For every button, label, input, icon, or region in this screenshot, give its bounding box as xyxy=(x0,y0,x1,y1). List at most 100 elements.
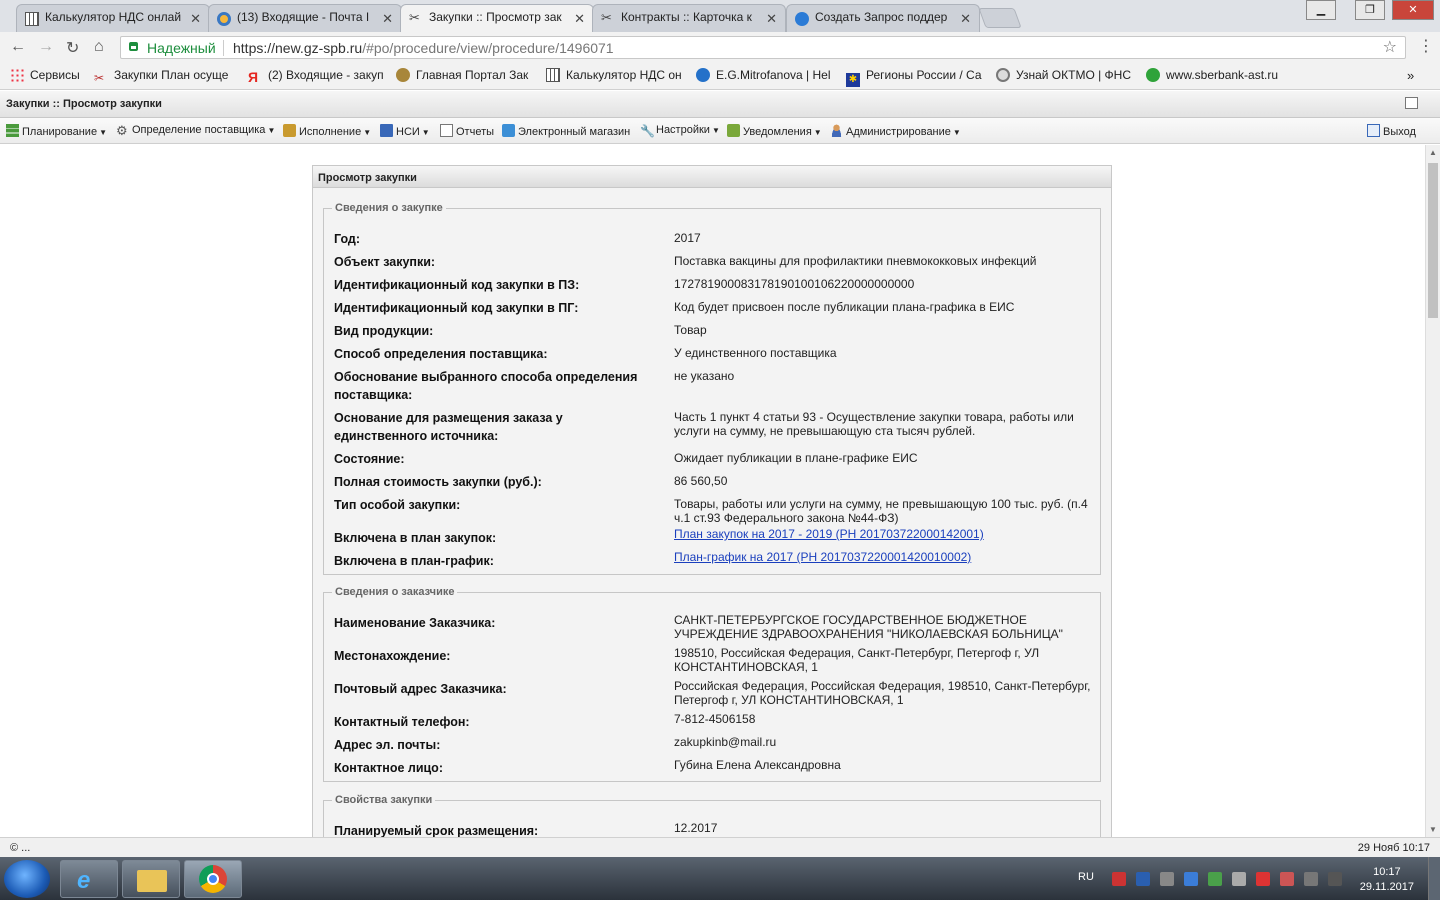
bookmarks-overflow-button[interactable]: » xyxy=(1407,68,1414,83)
bookmark-item[interactable]: Я (2) Входящие - закуп xyxy=(248,68,384,85)
reload-icon[interactable]: ↻ xyxy=(66,38,79,58)
tray-antivirus-icon[interactable] xyxy=(1112,872,1126,886)
tray-keyboard-icon[interactable] xyxy=(1232,872,1246,886)
tray-printer-icon[interactable] xyxy=(1160,872,1174,886)
execution-icon xyxy=(283,124,296,137)
page-title: Закупки :: Просмотр закупки xyxy=(6,98,162,110)
scroll-up-icon[interactable]: ▲ xyxy=(1429,148,1437,157)
menu-administration[interactable]: Администрирование ▼ xyxy=(830,124,961,138)
status-left: © ... xyxy=(10,842,31,854)
plan-link[interactable]: План закупок на 2017 - 2019 (РН 20170372… xyxy=(674,527,984,541)
menu-settings[interactable]: 🔧Настройки ▼ xyxy=(640,124,720,138)
menu-nsi[interactable]: НСИ ▼ xyxy=(380,124,430,138)
vertical-scrollbar[interactable]: ▲ ▼ xyxy=(1425,145,1440,837)
bookmark-item[interactable]: ✱ Регионы России / Са xyxy=(846,68,982,87)
browser-tab-2[interactable]: (13) Входящие - Почта I ✕ xyxy=(208,4,402,32)
section-procurement-info: Сведения о закупке Год: 2017 Объект закуп… xyxy=(323,202,1101,575)
tray-volume-muted-icon[interactable] xyxy=(1328,872,1342,886)
browser-tab-3[interactable]: ✂ Закупки :: Просмотр зак ✕ xyxy=(400,4,594,33)
lock-icon xyxy=(129,42,138,51)
logout-icon xyxy=(1367,124,1380,137)
section-procurement-properties: Свойства закупки Планируемый срок размещ… xyxy=(323,794,1101,837)
menu-e-shop[interactable]: Электронный магазин xyxy=(502,124,630,138)
back-icon[interactable]: ← xyxy=(10,38,26,56)
close-tab-icon[interactable]: ✕ xyxy=(190,11,201,27)
start-button[interactable] xyxy=(4,860,50,898)
taskbar-clock[interactable]: 10:17 29.11.2017 xyxy=(1360,865,1414,895)
tray-tool-icon[interactable] xyxy=(1280,872,1294,886)
bookmark-item[interactable]: Сервисы xyxy=(10,68,80,82)
chevron-down-icon: ▼ xyxy=(813,128,822,137)
planning-icon xyxy=(6,124,19,137)
close-tab-icon[interactable]: ✕ xyxy=(574,11,585,27)
menu-reports[interactable]: Отчеты xyxy=(440,124,494,138)
tray-monitor-icon[interactable] xyxy=(1304,872,1318,886)
chevron-down-icon: ▼ xyxy=(99,128,107,137)
menu-execution[interactable]: Исполнение ▼ xyxy=(283,124,371,138)
mail-icon xyxy=(217,12,231,26)
menu-notifications[interactable]: Уведомления ▼ xyxy=(727,124,822,138)
schedule-link[interactable]: План-график на 2017 (РН 2017037220001420… xyxy=(674,550,971,564)
close-tab-icon[interactable]: ✕ xyxy=(382,11,393,27)
menu-supplier-determination[interactable]: ⚙ Определение поставщика ▼ xyxy=(116,124,275,137)
sberbank-icon xyxy=(1146,68,1160,82)
calculator-icon xyxy=(25,12,39,26)
url-text[interactable]: https://new.gz-spb.ru/#po/procedure/view… xyxy=(233,40,614,56)
minimize-button[interactable]: ▁ xyxy=(1306,0,1336,20)
procurement-view-panel: Просмотр закупки Сведения о закупке Год:… xyxy=(312,165,1112,837)
chevron-down-icon: ▼ xyxy=(363,128,372,137)
logout-button[interactable]: Выход xyxy=(1367,124,1416,138)
show-desktop-button[interactable] xyxy=(1428,857,1440,900)
browser-menu-icon[interactable]: ⋮ xyxy=(1418,36,1434,56)
content-area: Просмотр закупки Сведения о закупке Год:… xyxy=(0,145,1425,837)
scrollbar-thumb[interactable] xyxy=(1428,163,1438,318)
tray-network-icon[interactable] xyxy=(1136,872,1150,886)
apps-grid-icon xyxy=(10,68,24,82)
browser-tab-4[interactable]: ✂ Контракты :: Карточка к ✕ xyxy=(592,4,786,32)
chevron-down-icon: ▼ xyxy=(267,126,276,135)
browser-tab-5[interactable]: Создать Запрос поддер ✕ xyxy=(786,4,980,32)
tray-flag-icon[interactable] xyxy=(1256,872,1270,886)
taskbar-explorer-button[interactable] xyxy=(122,860,180,898)
bookmark-item[interactable]: www.sberbank-ast.ru xyxy=(1146,68,1278,82)
forward-icon[interactable]: → xyxy=(38,38,54,56)
close-window-button[interactable]: ✕ xyxy=(1392,0,1434,20)
section-legend: Свойства закупки xyxy=(335,794,433,806)
globe-icon xyxy=(696,68,710,82)
help-icon xyxy=(795,12,809,26)
gear-icon: ⚙ xyxy=(116,123,128,138)
bookmark-item[interactable]: Узнай ОКТМО | ФНС xyxy=(996,68,1131,82)
scroll-down-icon[interactable]: ▼ xyxy=(1429,825,1437,834)
bookmark-item[interactable]: Калькулятор НДС он xyxy=(546,68,682,82)
bookmark-item[interactable]: E.G.Mitrofanova | Hel xyxy=(696,68,831,82)
browser-tab-1[interactable]: Калькулятор НДС онлай ✕ xyxy=(16,4,210,32)
restore-panel-icon[interactable] xyxy=(1405,97,1418,109)
restore-button[interactable]: ❐ xyxy=(1355,0,1385,20)
fns-emblem-icon xyxy=(996,68,1010,82)
tools-icon: ✂ xyxy=(601,10,612,25)
tray-update-icon[interactable] xyxy=(1208,872,1222,886)
close-tab-icon[interactable]: ✕ xyxy=(766,11,777,27)
chevron-down-icon: ▼ xyxy=(711,126,720,135)
folder-icon xyxy=(137,870,167,892)
close-tab-icon[interactable]: ✕ xyxy=(960,11,971,27)
menu-planning[interactable]: Планирование ▼ xyxy=(6,124,107,138)
chrome-icon xyxy=(199,865,227,893)
yandex-icon: Я xyxy=(248,69,259,85)
windows-taskbar: e RU 10:17 29.11.2017 xyxy=(0,857,1440,900)
new-tab-button[interactable] xyxy=(978,8,1022,28)
bookmarks-bar: Сервисы ✂ Закупки План осуще Я (2) Входящи… xyxy=(0,62,1440,90)
address-toolbar: ← → ↻ ⌂ Надежный https://new.gz-spb.ru/#… xyxy=(0,32,1440,62)
language-indicator[interactable]: RU xyxy=(1078,871,1094,883)
book-icon xyxy=(380,124,393,137)
home-icon[interactable]: ⌂ xyxy=(94,38,104,56)
address-bar[interactable]: Надежный https://new.gz-spb.ru/#po/proce… xyxy=(120,36,1406,59)
bookmark-item[interactable]: Главная Портал Зак xyxy=(396,68,528,82)
bookmark-item[interactable]: ✂ Закупки План осуще xyxy=(94,68,228,85)
bookmark-star-icon[interactable]: ☆ xyxy=(1383,37,1397,57)
taskbar-ie-button[interactable]: e xyxy=(60,860,118,898)
tray-shield-icon[interactable] xyxy=(1184,872,1198,886)
chevron-down-icon: ▼ xyxy=(952,128,961,137)
eagle-emblem-icon xyxy=(396,68,410,82)
taskbar-chrome-button[interactable] xyxy=(184,860,242,898)
